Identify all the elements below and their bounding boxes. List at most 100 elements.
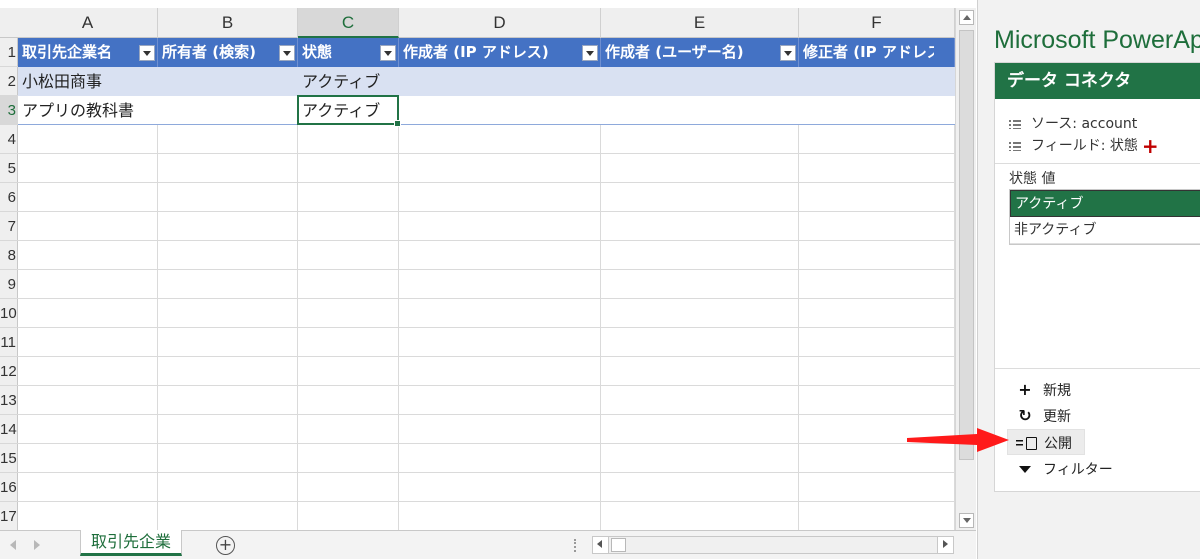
gridline (18, 414, 955, 415)
prev-sheet-icon[interactable] (10, 540, 16, 550)
table-header-label: 作成者 (IP アドレス) (403, 43, 549, 61)
pane-title: Microsoft PowerApps Office アドイン (994, 26, 1200, 54)
table-cell[interactable] (601, 67, 799, 96)
gridline (18, 240, 955, 241)
scroll-left-icon[interactable] (593, 537, 609, 553)
scroll-right-icon[interactable] (937, 537, 953, 553)
row-header[interactable]: 17 (0, 502, 18, 530)
values-list: アクティブ 非アクティブ (1009, 189, 1200, 245)
table-header-cell[interactable]: 所有者 (検索) (158, 38, 298, 67)
connector-header: データ コネクタ (995, 63, 1200, 99)
next-sheet-icon[interactable] (34, 540, 40, 550)
column-header-row: ABCDEF (0, 8, 955, 38)
table-cell[interactable] (799, 67, 955, 96)
source-line: ソース: account (1009, 113, 1137, 133)
publish-label: 公開 (1044, 436, 1072, 452)
gridline (18, 443, 955, 444)
gridline (18, 501, 955, 502)
data-connector-panel: データ コネクタ ソース: account フィールド: 状態 + 状態 値 アク… (994, 62, 1200, 492)
column-header-c[interactable]: C (298, 8, 399, 38)
table-cell[interactable] (399, 96, 601, 125)
filter-button[interactable]: フィルター (1007, 456, 1125, 482)
column-header-e[interactable]: E (601, 8, 799, 38)
new-label: 新規 (1043, 383, 1071, 399)
horizontal-scrollbar[interactable] (592, 536, 954, 554)
gridline (18, 356, 955, 357)
gridline (18, 327, 955, 328)
row-header[interactable]: 6 (0, 183, 18, 212)
new-button[interactable]: + 新規 (1007, 377, 1083, 403)
tab-split-handle[interactable] (574, 539, 578, 552)
publish-icon (1016, 430, 1037, 456)
gridline (18, 298, 955, 299)
powerapps-task-pane: Microsoft PowerApps Office アドイン データ コネクタ… (977, 0, 1200, 559)
refresh-button[interactable]: ↻ 更新 (1007, 403, 1083, 429)
gridline (18, 269, 955, 270)
column-header-b[interactable]: B (158, 8, 298, 38)
table-cell[interactable] (158, 96, 298, 125)
table-header-cell[interactable]: 修正者 (IP アドレス (799, 38, 955, 67)
row-header[interactable]: 12 (0, 357, 18, 386)
field-line: フィールド: 状態 + (1009, 134, 1159, 158)
table-cell[interactable]: アクティブ (298, 67, 399, 96)
row-header[interactable]: 9 (0, 270, 18, 299)
row-header[interactable]: 3 (0, 96, 18, 125)
table-header-cell[interactable]: 取引先企業名 (18, 38, 158, 67)
table-cell[interactable] (399, 67, 601, 96)
scroll-down-icon[interactable] (959, 513, 974, 528)
table-header-label: 修正者 (IP アドレス (803, 43, 934, 61)
value-item-inactive[interactable]: 非アクティブ (1010, 217, 1200, 244)
gridline (18, 182, 955, 183)
filter-dropdown-icon[interactable] (780, 45, 796, 61)
row-header[interactable]: 7 (0, 212, 18, 241)
gridline (18, 211, 955, 212)
gridline (18, 153, 955, 154)
row-header[interactable]: 2 (0, 67, 18, 96)
publish-button[interactable]: 公開 (1007, 429, 1085, 455)
filter-dropdown-icon[interactable] (139, 45, 155, 61)
row-header[interactable]: 1 (0, 38, 18, 67)
value-item-active[interactable]: アクティブ (1010, 190, 1200, 217)
row-header[interactable]: 15 (0, 444, 18, 473)
row-header[interactable]: 4 (0, 125, 18, 154)
table-header-cell[interactable]: 作成者 (IP アドレス) (399, 38, 601, 67)
cell-area[interactable]: 取引先企業名 所有者 (検索) 状態 作成者 (IP アドレス) 作成者 (ユーザー名)… (18, 38, 955, 530)
plus-icon: + (1018, 380, 1032, 399)
row-header[interactable]: 14 (0, 415, 18, 444)
scroll-up-icon[interactable] (959, 10, 974, 25)
row-header[interactable]: 10 (0, 299, 18, 328)
row-header[interactable]: 13 (0, 386, 18, 415)
row-header[interactable]: 11 (0, 328, 18, 357)
filter-dropdown-icon[interactable] (582, 45, 598, 61)
gridline (18, 385, 955, 386)
table-cell[interactable] (799, 96, 955, 125)
gridline (18, 472, 955, 473)
filter-dropdown-icon[interactable] (380, 45, 396, 61)
row-header[interactable]: 16 (0, 473, 18, 502)
add-field-icon[interactable]: + (1142, 134, 1159, 158)
divider (995, 163, 1200, 164)
column-header-d[interactable]: D (399, 8, 601, 38)
table-header-label: 取引先企業名 (22, 43, 113, 61)
sheet-tab-active[interactable]: 取引先企業 (80, 530, 183, 556)
filter-label: フィルター (1043, 462, 1113, 478)
table-header-cell[interactable]: 状態 (298, 38, 399, 67)
active-cell-outline (297, 95, 401, 127)
table-cell[interactable] (158, 67, 298, 96)
table-header-cell[interactable]: 作成者 (ユーザー名) (601, 38, 799, 67)
add-sheet-icon[interactable]: + (216, 536, 235, 555)
table-cell[interactable] (601, 96, 799, 125)
row-header[interactable]: 8 (0, 241, 18, 270)
scroll-thumb[interactable] (959, 30, 974, 460)
field-text: フィールド: 状態 (1031, 138, 1138, 154)
column-header-f[interactable]: F (799, 8, 955, 38)
filter-dropdown-icon[interactable] (279, 45, 295, 61)
table-header-label: 作成者 (ユーザー名) (605, 43, 744, 61)
table-cell[interactable]: アプリの教科書 (18, 96, 158, 125)
hscroll-thumb[interactable] (611, 538, 626, 552)
table-cell[interactable]: 小松田商事 (18, 67, 158, 96)
column-header-a[interactable]: A (18, 8, 158, 38)
divider (995, 368, 1200, 369)
formula-bar-edge (0, 0, 955, 8)
row-header[interactable]: 5 (0, 154, 18, 183)
